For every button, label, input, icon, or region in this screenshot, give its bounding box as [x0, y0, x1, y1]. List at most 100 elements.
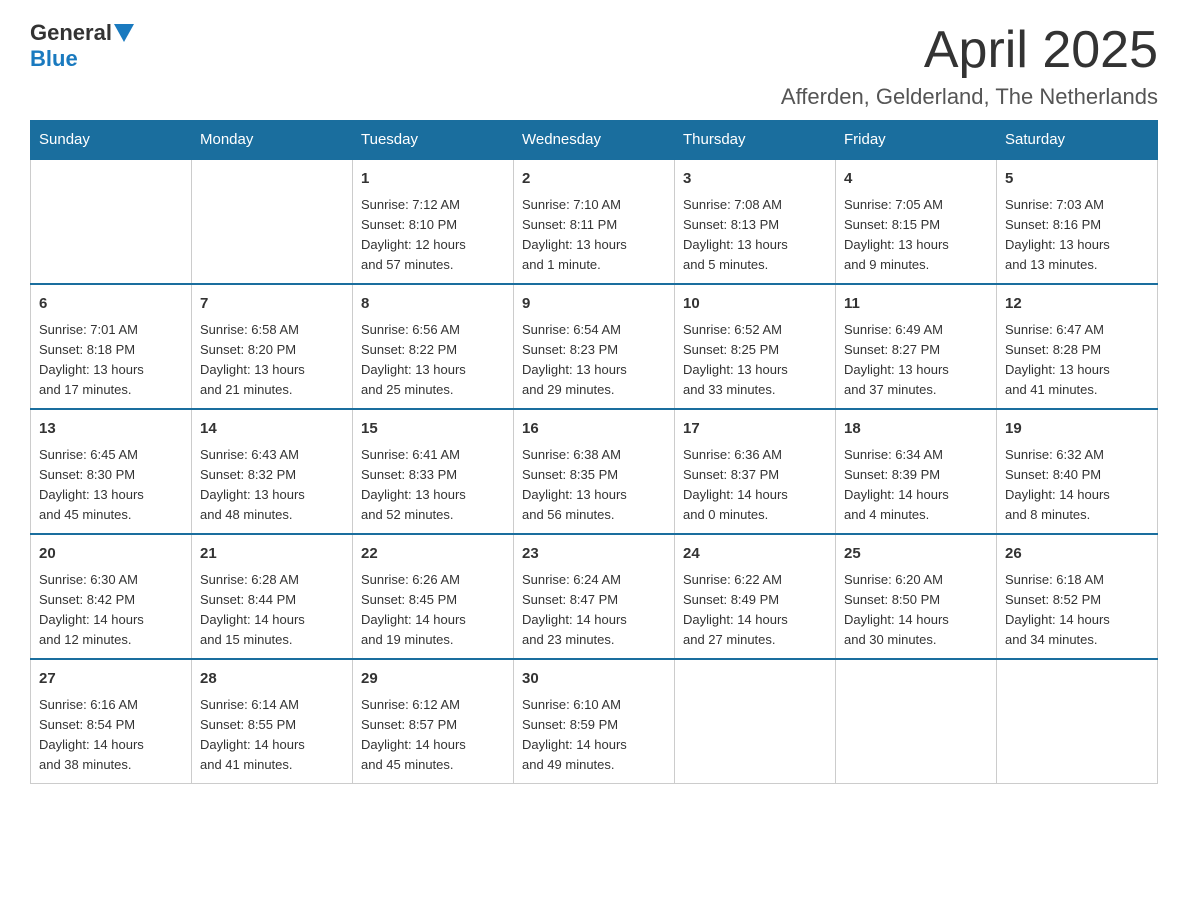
day-number: 26 — [1005, 543, 1149, 566]
calendar-cell: 1Sunrise: 7:12 AMSunset: 8:10 PMDaylight… — [353, 159, 514, 284]
calendar-cell: 24Sunrise: 6:22 AMSunset: 8:49 PMDayligh… — [675, 534, 836, 659]
day-number: 28 — [200, 668, 344, 691]
day-number: 15 — [361, 418, 505, 441]
calendar-cell: 12Sunrise: 6:47 AMSunset: 8:28 PMDayligh… — [997, 284, 1158, 409]
day-info: Sunrise: 6:24 AMSunset: 8:47 PMDaylight:… — [522, 570, 666, 651]
calendar-subtitle: Afferden, Gelderland, The Netherlands — [781, 84, 1158, 110]
day-info: Sunrise: 6:38 AMSunset: 8:35 PMDaylight:… — [522, 445, 666, 526]
calendar-cell — [192, 159, 353, 284]
day-number: 16 — [522, 418, 666, 441]
day-number: 11 — [844, 293, 988, 316]
calendar-cell — [997, 659, 1158, 784]
title-block: April 2025 Afferden, Gelderland, The Net… — [781, 20, 1158, 110]
calendar-cell: 10 Sunrise: 6:52 AMSunset: 8:25 PMDayligh… — [675, 284, 836, 409]
day-info: Sunrise: 6:18 AMSunset: 8:52 PMDaylight:… — [1005, 570, 1149, 651]
weekday-header-tuesday: Tuesday — [353, 121, 514, 160]
day-number: 20 — [39, 543, 183, 566]
calendar-cell: 13Sunrise: 6:45 AMSunset: 8:30 PMDayligh… — [31, 409, 192, 534]
weekday-header-saturday: Saturday — [997, 121, 1158, 160]
logo-triangle-icon — [114, 24, 134, 42]
calendar-title: April 2025 — [781, 20, 1158, 80]
day-info: Sunrise: 6:47 AMSunset: 8:28 PMDaylight:… — [1005, 320, 1149, 401]
day-info: Sunrise: 7:05 AMSunset: 8:15 PMDaylight:… — [844, 195, 988, 276]
day-info: Sunrise: 6:56 AMSunset: 8:22 PMDaylight:… — [361, 320, 505, 401]
calendar-cell — [836, 659, 997, 784]
calendar-cell: 26 Sunrise: 6:18 AMSunset: 8:52 PMDayligh… — [997, 534, 1158, 659]
calendar-cell: 25Sunrise: 6:20 AMSunset: 8:50 PMDayligh… — [836, 534, 997, 659]
day-number: 24 — [683, 543, 827, 566]
calendar-week-row: 27 Sunrise: 6:16 AMSunset: 8:54 PMDayligh… — [31, 659, 1158, 784]
day-info: Sunrise: 6:12 AMSunset: 8:57 PMDaylight:… — [361, 695, 505, 776]
calendar-cell: 20Sunrise: 6:30 AMSunset: 8:42 PMDayligh… — [31, 534, 192, 659]
logo-general-text: General — [30, 20, 112, 46]
calendar-cell — [31, 159, 192, 284]
day-number: 4 — [844, 168, 988, 191]
calendar-cell: 8 Sunrise: 6:56 AMSunset: 8:22 PMDaylight… — [353, 284, 514, 409]
weekday-header-sunday: Sunday — [31, 121, 192, 160]
day-info: Sunrise: 6:49 AMSunset: 8:27 PMDaylight:… — [844, 320, 988, 401]
calendar-cell: 22 Sunrise: 6:26 AMSunset: 8:45 PMDayligh… — [353, 534, 514, 659]
weekday-header-friday: Friday — [836, 121, 997, 160]
calendar-week-row: 20Sunrise: 6:30 AMSunset: 8:42 PMDayligh… — [31, 534, 1158, 659]
calendar-cell: 11 Sunrise: 6:49 AMSunset: 8:27 PMDayligh… — [836, 284, 997, 409]
day-info: Sunrise: 6:32 AMSunset: 8:40 PMDaylight:… — [1005, 445, 1149, 526]
calendar-week-row: 13Sunrise: 6:45 AMSunset: 8:30 PMDayligh… — [31, 409, 1158, 534]
day-info: Sunrise: 6:16 AMSunset: 8:54 PMDaylight:… — [39, 695, 183, 776]
day-number: 10 — [683, 293, 827, 316]
calendar-cell: 17 Sunrise: 6:36 AMSunset: 8:37 PMDayligh… — [675, 409, 836, 534]
day-info: Sunrise: 6:54 AMSunset: 8:23 PMDaylight:… — [522, 320, 666, 401]
logo: General Blue — [30, 20, 136, 72]
day-info: Sunrise: 6:20 AMSunset: 8:50 PMDaylight:… — [844, 570, 988, 651]
day-number: 30 — [522, 668, 666, 691]
calendar-cell: 29Sunrise: 6:12 AMSunset: 8:57 PMDayligh… — [353, 659, 514, 784]
day-info: Sunrise: 7:01 AMSunset: 8:18 PMDaylight:… — [39, 320, 183, 401]
day-info: Sunrise: 7:10 AMSunset: 8:11 PMDaylight:… — [522, 195, 666, 276]
day-info: Sunrise: 6:41 AMSunset: 8:33 PMDaylight:… — [361, 445, 505, 526]
day-info: Sunrise: 6:34 AMSunset: 8:39 PMDaylight:… — [844, 445, 988, 526]
calendar-table: SundayMondayTuesdayWednesdayThursdayFrid… — [30, 120, 1158, 784]
calendar-cell: 14 Sunrise: 6:43 AMSunset: 8:32 PMDayligh… — [192, 409, 353, 534]
day-number: 14 — [200, 418, 344, 441]
day-info: Sunrise: 6:58 AMSunset: 8:20 PMDaylight:… — [200, 320, 344, 401]
weekday-header-monday: Monday — [192, 121, 353, 160]
day-number: 8 — [361, 293, 505, 316]
calendar-body: 1Sunrise: 7:12 AMSunset: 8:10 PMDaylight… — [31, 159, 1158, 784]
calendar-cell: 2 Sunrise: 7:10 AMSunset: 8:11 PMDaylight… — [514, 159, 675, 284]
day-number: 18 — [844, 418, 988, 441]
weekday-header-row: SundayMondayTuesdayWednesdayThursdayFrid… — [31, 121, 1158, 160]
calendar-cell — [675, 659, 836, 784]
calendar-cell: 18 Sunrise: 6:34 AMSunset: 8:39 PMDayligh… — [836, 409, 997, 534]
day-number: 7 — [200, 293, 344, 316]
calendar-week-row: 1Sunrise: 7:12 AMSunset: 8:10 PMDaylight… — [31, 159, 1158, 284]
day-number: 21 — [200, 543, 344, 566]
day-number: 22 — [361, 543, 505, 566]
day-number: 13 — [39, 418, 183, 441]
calendar-cell: 3 Sunrise: 7:08 AMSunset: 8:13 PMDaylight… — [675, 159, 836, 284]
day-info: Sunrise: 6:43 AMSunset: 8:32 PMDaylight:… — [200, 445, 344, 526]
calendar-cell: 23 Sunrise: 6:24 AMSunset: 8:47 PMDayligh… — [514, 534, 675, 659]
day-info: Sunrise: 6:26 AMSunset: 8:45 PMDaylight:… — [361, 570, 505, 651]
day-info: Sunrise: 7:08 AMSunset: 8:13 PMDaylight:… — [683, 195, 827, 276]
day-info: Sunrise: 6:52 AMSunset: 8:25 PMDaylight:… — [683, 320, 827, 401]
calendar-cell: 15 Sunrise: 6:41 AMSunset: 8:33 PMDayligh… — [353, 409, 514, 534]
calendar-week-row: 6Sunrise: 7:01 AMSunset: 8:18 PMDaylight… — [31, 284, 1158, 409]
weekday-header-wednesday: Wednesday — [514, 121, 675, 160]
day-number: 27 — [39, 668, 183, 691]
calendar-cell: 4 Sunrise: 7:05 AMSunset: 8:15 PMDaylight… — [836, 159, 997, 284]
day-number: 2 — [522, 168, 666, 191]
calendar-cell: 9Sunrise: 6:54 AMSunset: 8:23 PMDaylight… — [514, 284, 675, 409]
calendar-header: SundayMondayTuesdayWednesdayThursdayFrid… — [31, 121, 1158, 160]
day-number: 5 — [1005, 168, 1149, 191]
calendar-cell: 5 Sunrise: 7:03 AMSunset: 8:16 PMDaylight… — [997, 159, 1158, 284]
day-info: Sunrise: 6:14 AMSunset: 8:55 PMDaylight:… — [200, 695, 344, 776]
calendar-cell: 28 Sunrise: 6:14 AMSunset: 8:55 PMDayligh… — [192, 659, 353, 784]
weekday-header-thursday: Thursday — [675, 121, 836, 160]
day-number: 17 — [683, 418, 827, 441]
calendar-cell: 6Sunrise: 7:01 AMSunset: 8:18 PMDaylight… — [31, 284, 192, 409]
day-number: 1 — [361, 168, 505, 191]
day-info: Sunrise: 6:10 AMSunset: 8:59 PMDaylight:… — [522, 695, 666, 776]
day-number: 3 — [683, 168, 827, 191]
day-info: Sunrise: 7:03 AMSunset: 8:16 PMDaylight:… — [1005, 195, 1149, 276]
day-number: 23 — [522, 543, 666, 566]
day-info: Sunrise: 6:36 AMSunset: 8:37 PMDaylight:… — [683, 445, 827, 526]
